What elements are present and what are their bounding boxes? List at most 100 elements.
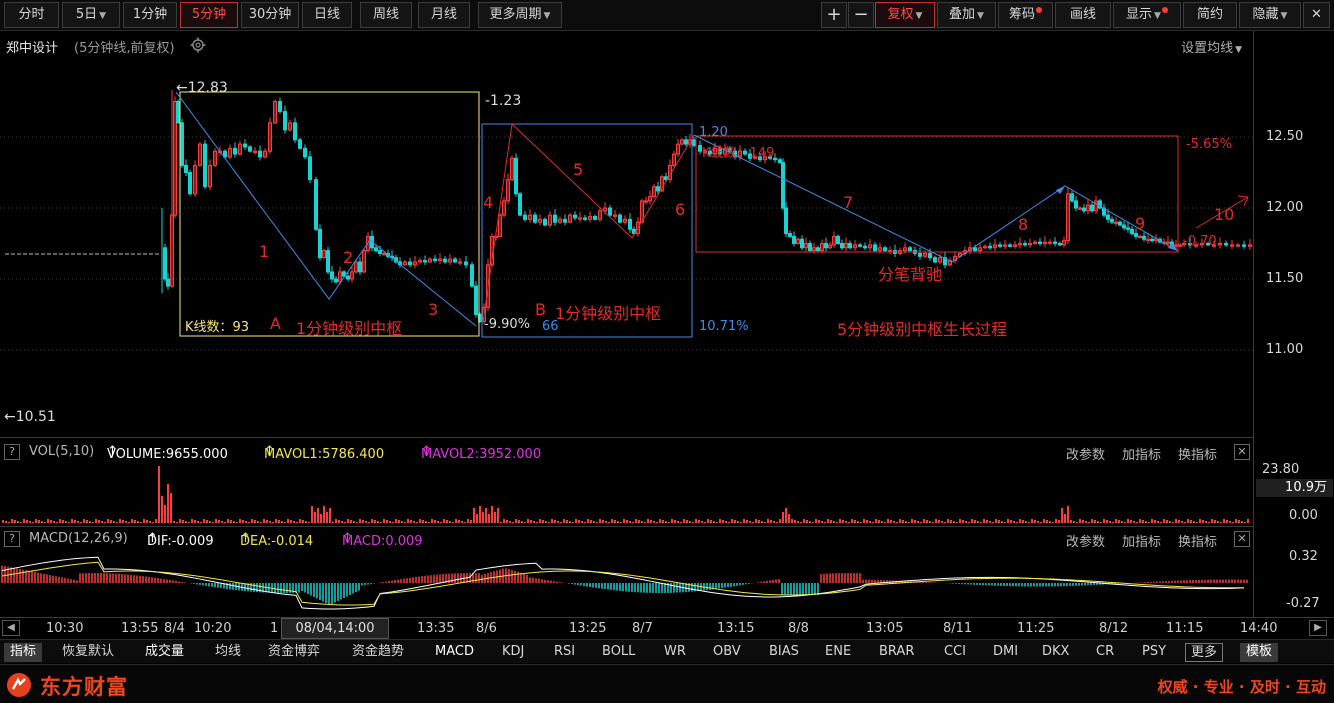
box-b-label: 1分钟级别中枢 — [555, 304, 662, 323]
scroll-right-icon[interactable]: ▶ — [1309, 620, 1327, 636]
volume-bar — [935, 519, 937, 523]
volume-bar — [1148, 522, 1150, 523]
volume-bar — [314, 512, 316, 523]
volume-bar — [1145, 521, 1147, 523]
volume-bar — [254, 520, 256, 523]
volume-bar — [1121, 521, 1123, 523]
stroke-label-3: 3 — [428, 300, 439, 319]
tab-obv[interactable]: OBV — [713, 643, 741, 662]
volume-bar — [65, 521, 67, 523]
candle-body — [1008, 244, 1012, 247]
volume-bar — [1178, 520, 1180, 523]
add-indicator-button[interactable]: 加指标 — [1122, 444, 1161, 463]
tab-dmi[interactable]: DMI — [993, 643, 1018, 662]
tab-restore-default[interactable]: 恢复默认 — [62, 643, 114, 662]
tab-indicators[interactable]: 指标 — [4, 643, 43, 662]
box-b-pct-top: 1.20 — [699, 125, 728, 140]
volume-bar — [347, 519, 349, 523]
volume-bar — [1175, 519, 1177, 523]
tab-boll[interactable]: BOLL — [602, 643, 635, 662]
volume-bar — [1055, 519, 1057, 523]
close-icon[interactable]: ✕ — [1234, 444, 1250, 460]
volume-bar — [725, 521, 727, 523]
brand-logo-text: 东方财富 — [40, 675, 128, 699]
box-c-kline-count: K线数：149 — [702, 146, 775, 161]
volume-bar — [548, 522, 550, 523]
arrow-head — [1056, 186, 1065, 194]
volume-bar — [389, 521, 391, 523]
volume-bar — [1109, 521, 1111, 523]
tab-ma[interactable]: 均线 — [215, 643, 241, 662]
kline-chart[interactable] — [0, 0, 1334, 703]
add-indicator-button[interactable]: 加指标 — [1122, 531, 1161, 550]
candle-body — [1126, 227, 1130, 230]
volume-bar — [836, 522, 838, 523]
volume-bar — [944, 522, 946, 523]
change-params-button[interactable]: 改参数 — [1066, 444, 1105, 463]
volume-bar — [806, 520, 808, 523]
tab-cci[interactable]: CCI — [944, 643, 966, 662]
template-button[interactable]: 模板 — [1240, 643, 1279, 662]
candle-body — [781, 162, 785, 209]
switch-indicator-button[interactable]: 换指标 — [1178, 531, 1217, 550]
tab-brar[interactable]: BRAR — [879, 643, 914, 662]
candle-body — [593, 216, 597, 220]
candle-body — [283, 110, 287, 131]
panel-divider — [0, 526, 1254, 527]
tab-rsi[interactable]: RSI — [554, 643, 575, 662]
candle-body — [474, 285, 478, 316]
volume-bar — [809, 521, 811, 523]
volume-bar — [689, 521, 691, 523]
mavol1-value: MAVOL1:5786.400 ↑ — [264, 444, 385, 462]
volume-bar — [1040, 522, 1042, 523]
volume-bar — [911, 519, 913, 523]
help-icon[interactable]: ? — [4, 444, 20, 460]
candle-body — [1130, 228, 1134, 235]
candle-body — [166, 278, 170, 287]
volume-bar — [326, 512, 328, 523]
volume-bar — [284, 522, 286, 523]
tab-kdj[interactable]: KDJ — [502, 643, 524, 662]
tab-bias[interactable]: BIAS — [769, 643, 799, 662]
volume-bar — [650, 520, 652, 523]
more-indicators-button[interactable]: 更多 — [1185, 643, 1224, 662]
scroll-left-icon[interactable]: ◀ — [2, 620, 20, 636]
volume-bar — [722, 520, 724, 523]
volume-bar — [185, 521, 187, 523]
volume-bar — [899, 519, 901, 523]
volume-bar — [512, 522, 514, 523]
candle-body — [464, 261, 468, 266]
tab-psy[interactable]: PSY — [1142, 643, 1166, 662]
volume-bar — [938, 520, 940, 523]
candle-body — [223, 150, 227, 158]
switch-indicator-button[interactable]: 换指标 — [1178, 444, 1217, 463]
volume-bar — [440, 522, 442, 523]
volume-bar — [446, 520, 448, 523]
candle-body — [330, 271, 334, 280]
volume-bar — [974, 520, 976, 523]
volume-bar — [374, 520, 376, 523]
candle-body — [553, 214, 557, 223]
tab-fund-trend[interactable]: 资金趋势 — [352, 643, 404, 662]
tab-macd[interactable]: MACD — [435, 643, 474, 662]
close-icon[interactable]: ✕ — [1234, 531, 1250, 547]
volume-bar — [617, 521, 619, 523]
tab-fund-game[interactable]: 资金博弈 — [268, 643, 320, 662]
tab-cr[interactable]: CR — [1096, 643, 1114, 662]
candle-body — [1090, 204, 1094, 212]
box-c-pct-top: -5.65% — [1186, 137, 1232, 152]
volume-bar — [674, 520, 676, 523]
tab-dkx[interactable]: DKX — [1042, 643, 1069, 662]
volume-bar — [44, 522, 46, 523]
tab-ene[interactable]: ENE — [825, 643, 851, 662]
change-params-button[interactable]: 改参数 — [1066, 531, 1105, 550]
help-icon[interactable]: ? — [4, 531, 20, 547]
volume-bar — [761, 521, 763, 523]
tab-volume[interactable]: 成交量 — [145, 643, 184, 662]
volume-bar — [350, 520, 352, 523]
volume-bar — [479, 506, 481, 523]
volume-bar — [455, 519, 457, 523]
volume-bar — [179, 519, 181, 523]
tab-wr[interactable]: WR — [664, 643, 686, 662]
volume-bar — [776, 522, 778, 523]
